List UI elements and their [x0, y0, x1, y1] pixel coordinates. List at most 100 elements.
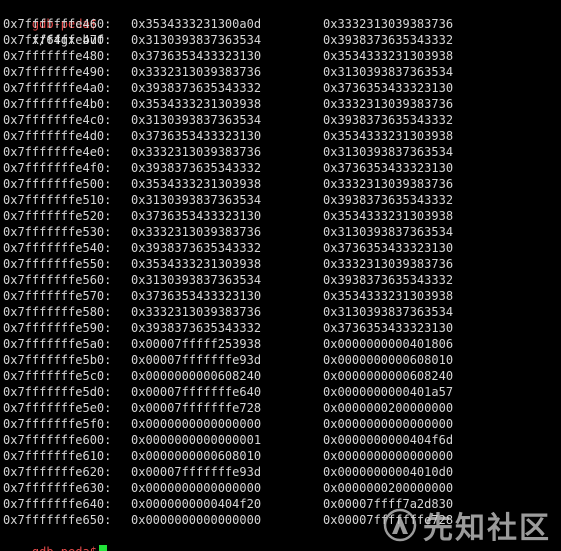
- xianzhi-logo-icon: [383, 508, 417, 542]
- memory-address: 0x7fffffffe4a0:: [3, 81, 112, 95]
- watermark: 先知社区: [383, 503, 551, 547]
- memory-value-2: 0x3332313039383736: [323, 97, 454, 111]
- memory-value-2: 0x3332313039383736: [323, 177, 454, 191]
- memory-value-2: 0x3332313039383736: [323, 257, 454, 271]
- memory-value-1: 0x0000000000000000: [131, 417, 262, 431]
- memory-address: 0x7fffffffe560:: [3, 273, 112, 287]
- memory-value-1: 0x00007fffffffe728: [131, 401, 262, 415]
- memory-value-2: 0x3938373635343332: [323, 193, 454, 207]
- memory-value-1: 0x3534333231303938: [131, 97, 262, 111]
- table-row: 0x7fffffffe4e0: 0x3332313039383736 0x31303…: [3, 144, 558, 160]
- watermark-text: 先知社区: [423, 511, 551, 546]
- memory-address: 0x7fffffffe4f0:: [3, 161, 112, 175]
- table-row: 0x7fffffffe550: 0x3534333231303938 0x33323…: [3, 256, 558, 272]
- memory-value-2: 0x3130393837363534: [323, 225, 454, 239]
- command-line: gdb-peda$ x/64gx buf: [3, 0, 104, 47]
- memory-address: 0x7fffffffe490:: [3, 65, 112, 79]
- table-row: 0x7fffffffe470: 0x3130393837363534 0x39383…: [3, 32, 558, 48]
- memory-value-2: 0x0000000000000000: [323, 417, 454, 431]
- memory-address: 0x7fffffffe480:: [3, 49, 112, 63]
- memory-value-2: 0x3736353433323130: [323, 241, 454, 255]
- memory-value-2: 0x0000000000608010: [323, 353, 454, 367]
- table-row: 0x7fffffffe5b0: 0x00007fffffffe93d 0x00000…: [3, 352, 558, 368]
- memory-address: 0x7fffffffe5c0:: [3, 369, 112, 383]
- memory-address: 0x7fffffffe4b0:: [3, 97, 112, 111]
- memory-value-2: 0x0000000000401806: [323, 337, 454, 351]
- memory-value-1: 0x3130393837363534: [131, 113, 262, 127]
- memory-value-1: 0x00007fffffffe640: [131, 385, 262, 399]
- table-row: 0x7fffffffe530: 0x3332313039383736 0x31303…: [3, 224, 558, 240]
- terminal-window[interactable]: gdb-peda$ x/64gx buf 0x7fffffffe460: 0x35…: [0, 0, 561, 551]
- memory-value-1: 0x0000000000608240: [131, 369, 262, 383]
- table-row: 0x7fffffffe490: 0x3332313039383736 0x31303…: [3, 64, 558, 80]
- table-row: 0x7fffffffe570: 0x3736353433323130 0x35343…: [3, 288, 558, 304]
- memory-value-1: 0x3736353433323130: [131, 49, 262, 63]
- table-row: 0x7fffffffe460: 0x3534333231300a0d 0x33323…: [3, 16, 558, 32]
- memory-value-1: 0x00007fffff253938: [131, 337, 262, 351]
- memory-value-1: 0x00007fffffffe93d: [131, 353, 262, 367]
- memory-value-1: 0x3938373635343332: [131, 161, 262, 175]
- memory-address: 0x7fffffffe5f0:: [3, 417, 112, 431]
- memory-value-1: 0x3534333231303938: [131, 177, 262, 191]
- memory-value-2: 0x3534333231303938: [323, 289, 454, 303]
- memory-value-1: 0x3332313039383736: [131, 305, 262, 319]
- table-row: 0x7fffffffe620: 0x00007fffffffe93d 0x00000…: [3, 464, 558, 480]
- memory-address: 0x7fffffffe550:: [3, 257, 112, 271]
- memory-value-1: 0x3332313039383736: [131, 145, 262, 159]
- memory-value-1: 0x3130393837363534: [131, 33, 262, 47]
- memory-address: 0x7fffffffe510:: [3, 193, 112, 207]
- input-line[interactable]: gdb-peda$: [3, 528, 107, 551]
- memory-address: 0x7fffffffe4d0:: [3, 129, 112, 143]
- table-row: 0x7fffffffe580: 0x3332313039383736 0x31303…: [3, 304, 558, 320]
- memory-address: 0x7fffffffe5b0:: [3, 353, 112, 367]
- memory-value-1: 0x3736353433323130: [131, 289, 262, 303]
- memory-value-2: 0x0000000000401a57: [323, 385, 454, 399]
- table-row: 0x7fffffffe4f0: 0x3938373635343332 0x37363…: [3, 160, 558, 176]
- table-row: 0x7fffffffe610: 0x0000000000608010 0x00000…: [3, 448, 558, 464]
- memory-value-1: 0x0000000000404f20: [131, 497, 262, 511]
- memory-value-1: 0x3534333231300a0d: [131, 17, 262, 31]
- memory-address: 0x7fffffffe5d0:: [3, 385, 112, 399]
- memory-address: 0x7fffffffe5a0:: [3, 337, 112, 351]
- memory-value-2: 0x00000000004010d0: [323, 465, 454, 479]
- table-row: 0x7fffffffe510: 0x3130393837363534 0x39383…: [3, 192, 558, 208]
- memory-address: 0x7fffffffe580:: [3, 305, 112, 319]
- memory-value-2: 0x3938373635343332: [323, 113, 454, 127]
- prompt-label: gdb-peda$: [32, 545, 97, 551]
- memory-value-2: 0x3736353433323130: [323, 161, 454, 175]
- memory-value-2: 0x3534333231303938: [323, 209, 454, 223]
- table-row: 0x7fffffffe5a0: 0x00007fffff253938 0x00000…: [3, 336, 558, 352]
- table-row: 0x7fffffffe590: 0x3938373635343332 0x37363…: [3, 320, 558, 336]
- memory-address: 0x7fffffffe4e0:: [3, 145, 112, 159]
- memory-address: 0x7fffffffe610:: [3, 449, 112, 463]
- memory-value-2: 0x3332313039383736: [323, 17, 454, 31]
- text-cursor: [98, 545, 107, 551]
- table-row: 0x7fffffffe4d0: 0x3736353433323130 0x35343…: [3, 128, 558, 144]
- memory-value-1: 0x0000000000000000: [131, 513, 262, 527]
- memory-value-1: 0x0000000000608010: [131, 449, 262, 463]
- memory-value-2: 0x3736353433323130: [323, 81, 454, 95]
- table-row: 0x7fffffffe5f0: 0x0000000000000000 0x00000…: [3, 416, 558, 432]
- memory-value-2: 0x3736353433323130: [323, 321, 454, 335]
- table-row: 0x7fffffffe4a0: 0x3938373635343332 0x37363…: [3, 80, 558, 96]
- table-row: 0x7fffffffe5c0: 0x0000000000608240 0x00000…: [3, 368, 558, 384]
- memory-value-2: 0x0000000000608240: [323, 369, 454, 383]
- memory-value-1: 0x3332313039383736: [131, 225, 262, 239]
- memory-value-1: 0x3130393837363534: [131, 273, 262, 287]
- memory-value-2: 0x0000000200000000: [323, 481, 454, 495]
- memory-address: 0x7fffffffe4c0:: [3, 113, 112, 127]
- memory-value-2: 0x3534333231303938: [323, 49, 454, 63]
- memory-value-1: 0x3534333231303938: [131, 257, 262, 271]
- table-row: 0x7fffffffe540: 0x3938373635343332 0x37363…: [3, 240, 558, 256]
- memory-address: 0x7fffffffe640:: [3, 497, 112, 511]
- memory-address: 0x7fffffffe500:: [3, 177, 112, 191]
- memory-value-1: 0x3736353433323130: [131, 129, 262, 143]
- memory-value-1: 0x3938373635343332: [131, 241, 262, 255]
- memory-value-2: 0x3130393837363534: [323, 65, 454, 79]
- memory-address: 0x7fffffffe540:: [3, 241, 112, 255]
- memory-value-2: 0x3938373635343332: [323, 33, 454, 47]
- memory-address: 0x7fffffffe620:: [3, 465, 112, 479]
- memory-address: 0x7fffffffe600:: [3, 433, 112, 447]
- memory-value-2: 0x0000000200000000: [323, 401, 454, 415]
- memory-value-1: 0x0000000000000001: [131, 433, 262, 447]
